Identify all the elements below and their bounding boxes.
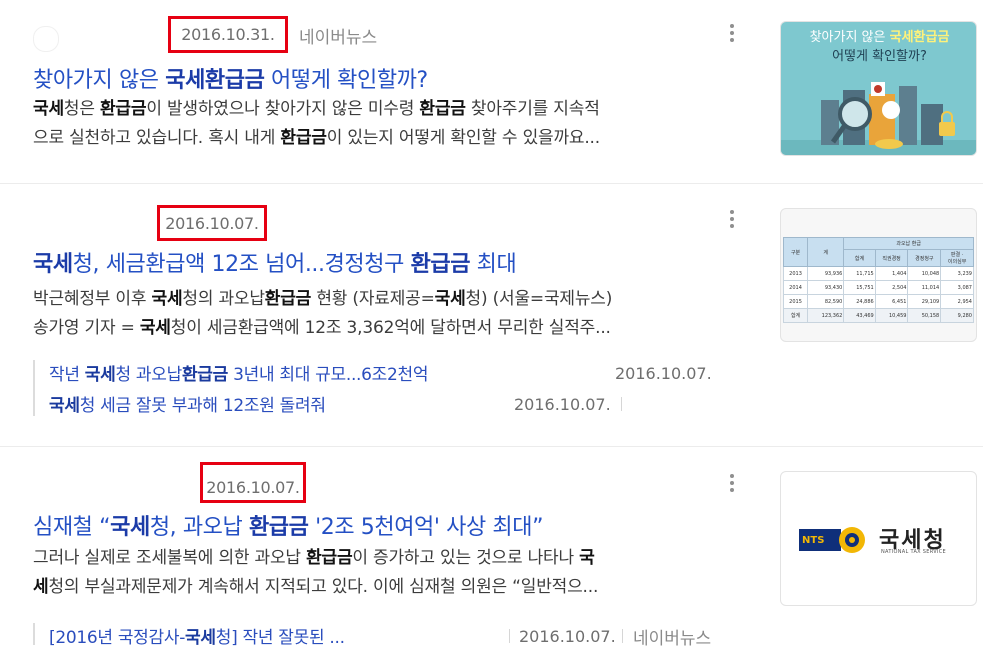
press-logo-placeholder — [33, 26, 59, 52]
sub-news-date: 2016.10.07. — [615, 364, 712, 383]
result-title[interactable]: 찾아가지 않은 국세환급금 어떻게 확인할까? — [33, 62, 428, 94]
result-description: 박근혜정부 이후 국세청의 과오납환급금 현황 (자료제공=국세청) (서울=국… — [33, 289, 613, 338]
search-result-2: 2016.10.07. 국세청, 세금환급액 12조 넘어...경정청구 환급금… — [0, 184, 983, 446]
result-title[interactable]: 국세청, 세금환급액 12조 넘어...경정청구 환급금 최대 — [33, 246, 517, 278]
result-description: 국세청은 환급금이 발생하였으나 찾아가지 않은 미수령 환급금 찾아주기를 지… — [33, 99, 600, 148]
result-date-highlight: 2016.10.07. — [200, 462, 306, 503]
press-name[interactable]: 네이버뉴스 — [633, 624, 711, 649]
thumbnail-table: 구분 계 과오납 환급 합계 직권경정 경정청구 판결 · 이의심부 2013 … — [782, 237, 974, 323]
result-thumbnail[interactable]: 구분 계 과오납 환급 합계 직권경정 경정청구 판결 · 이의심부 2013 … — [780, 208, 977, 342]
result-date: 2016.10.31. — [181, 25, 275, 44]
search-result-3: 2016.10.07. 심재철 “국세청, 과오납 환급금 '2조 5천여억' … — [0, 447, 983, 656]
result-description: 그러나 실제로 조세불복에 의한 과오납 환급금이 증가하고 있는 것으로 나타… — [33, 548, 599, 597]
result-date-highlight: 2016.10.31. — [168, 16, 288, 53]
result-thumbnail[interactable]: 찾아가지 않은 국세환급금 어떻게 확인할까? — [780, 21, 977, 156]
separator — [622, 629, 623, 643]
result-date: 2016.10.07. — [165, 213, 259, 233]
result-date-highlight: 2016.10.07. — [157, 205, 267, 241]
more-options-icon[interactable] — [729, 210, 735, 230]
sub-news-date: 2016.10.07. — [519, 627, 616, 646]
more-options-icon[interactable] — [729, 24, 735, 44]
sub-news-bar — [33, 360, 35, 416]
result-date: 2016.10.07. — [206, 478, 300, 497]
nts-logo: NTS 국세청 NATIONAL TAX SERVICE — [799, 522, 959, 556]
result-thumbnail[interactable]: NTS 국세청 NATIONAL TAX SERVICE — [780, 471, 977, 606]
nts-badge: NTS — [799, 529, 841, 551]
sub-news-bar — [33, 623, 35, 645]
sub-news-link[interactable]: 작년 국세청 과오납환급금 3년내 최대 규모...6조2천억 — [49, 360, 429, 385]
nts-emblem-icon — [839, 527, 865, 553]
separator — [621, 397, 622, 411]
nts-english-name: NATIONAL TAX SERVICE — [881, 549, 946, 555]
sub-news-date: 2016.10.07. — [514, 395, 611, 414]
press-name[interactable]: 네이버뉴스 — [299, 23, 377, 48]
sub-news-link[interactable]: 국세청 세금 잘못 부과해 12조원 돌려줘 — [49, 391, 326, 416]
sub-news-link[interactable]: [2016년 국정감사-국세청] 작년 잘못된 ... — [49, 623, 345, 648]
more-options-icon[interactable] — [729, 474, 735, 494]
search-result-1: 2016.10.31. 네이버뉴스 찾아가지 않은 국세환급금 어떻게 확인할까… — [0, 0, 983, 183]
result-title[interactable]: 심재철 “국세청, 과오납 환급금 '2조 5천여억' 사상 최대” — [33, 509, 543, 541]
separator — [509, 629, 510, 643]
thumbnail-illustration — [781, 82, 976, 155]
